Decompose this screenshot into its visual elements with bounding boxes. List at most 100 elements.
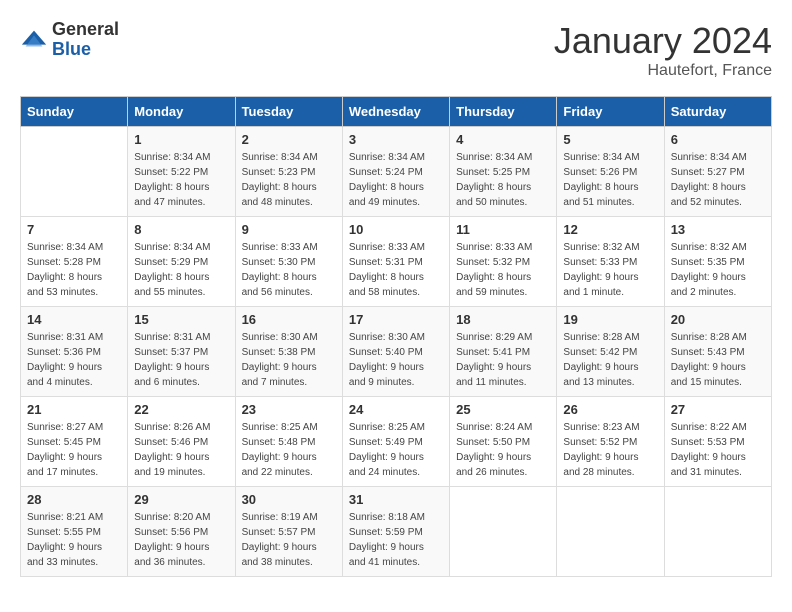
day-info: Sunrise: 8:34 AMSunset: 5:28 PMDaylight:… [27, 240, 121, 300]
day-cell: 11 Sunrise: 8:33 AMSunset: 5:32 PMDayligh… [450, 217, 557, 307]
logo-general-text: General [52, 20, 119, 40]
day-info: Sunrise: 8:25 AMSunset: 5:49 PMDaylight:… [349, 420, 443, 480]
week-row-3: 14 Sunrise: 8:31 AMSunset: 5:36 PMDayligh… [21, 307, 772, 397]
day-number: 9 [242, 222, 336, 237]
day-number: 5 [563, 132, 657, 147]
day-cell: 20 Sunrise: 8:28 AMSunset: 5:43 PMDayligh… [664, 307, 771, 397]
day-number: 27 [671, 402, 765, 417]
day-info: Sunrise: 8:27 AMSunset: 5:45 PMDaylight:… [27, 420, 121, 480]
day-info: Sunrise: 8:29 AMSunset: 5:41 PMDaylight:… [456, 330, 550, 390]
day-cell: 12 Sunrise: 8:32 AMSunset: 5:33 PMDayligh… [557, 217, 664, 307]
day-number: 7 [27, 222, 121, 237]
day-number: 23 [242, 402, 336, 417]
day-number: 12 [563, 222, 657, 237]
day-info: Sunrise: 8:32 AMSunset: 5:33 PMDaylight:… [563, 240, 657, 300]
day-number: 18 [456, 312, 550, 327]
weekday-header-row: SundayMondayTuesdayWednesdayThursdayFrid… [21, 97, 772, 127]
month-title: January 2024 [554, 20, 772, 62]
day-cell: 30 Sunrise: 8:19 AMSunset: 5:57 PMDayligh… [235, 487, 342, 577]
weekday-header-saturday: Saturday [664, 97, 771, 127]
day-info: Sunrise: 8:20 AMSunset: 5:56 PMDaylight:… [134, 510, 228, 570]
day-info: Sunrise: 8:34 AMSunset: 5:23 PMDaylight:… [242, 150, 336, 210]
day-number: 24 [349, 402, 443, 417]
day-number: 8 [134, 222, 228, 237]
day-cell [557, 487, 664, 577]
day-number: 10 [349, 222, 443, 237]
calendar-table: SundayMondayTuesdayWednesdayThursdayFrid… [20, 96, 772, 577]
day-number: 14 [27, 312, 121, 327]
day-cell: 24 Sunrise: 8:25 AMSunset: 5:49 PMDayligh… [342, 397, 449, 487]
day-cell: 23 Sunrise: 8:25 AMSunset: 5:48 PMDayligh… [235, 397, 342, 487]
day-info: Sunrise: 8:19 AMSunset: 5:57 PMDaylight:… [242, 510, 336, 570]
day-cell: 18 Sunrise: 8:29 AMSunset: 5:41 PMDayligh… [450, 307, 557, 397]
day-number: 28 [27, 492, 121, 507]
day-info: Sunrise: 8:26 AMSunset: 5:46 PMDaylight:… [134, 420, 228, 480]
weekday-header-friday: Friday [557, 97, 664, 127]
day-cell: 28 Sunrise: 8:21 AMSunset: 5:55 PMDayligh… [21, 487, 128, 577]
day-cell: 17 Sunrise: 8:30 AMSunset: 5:40 PMDayligh… [342, 307, 449, 397]
day-info: Sunrise: 8:34 AMSunset: 5:25 PMDaylight:… [456, 150, 550, 210]
day-info: Sunrise: 8:30 AMSunset: 5:38 PMDaylight:… [242, 330, 336, 390]
day-info: Sunrise: 8:34 AMSunset: 5:27 PMDaylight:… [671, 150, 765, 210]
weekday-header-thursday: Thursday [450, 97, 557, 127]
day-info: Sunrise: 8:33 AMSunset: 5:31 PMDaylight:… [349, 240, 443, 300]
day-number: 29 [134, 492, 228, 507]
day-info: Sunrise: 8:25 AMSunset: 5:48 PMDaylight:… [242, 420, 336, 480]
day-info: Sunrise: 8:32 AMSunset: 5:35 PMDaylight:… [671, 240, 765, 300]
day-info: Sunrise: 8:34 AMSunset: 5:29 PMDaylight:… [134, 240, 228, 300]
day-info: Sunrise: 8:33 AMSunset: 5:32 PMDaylight:… [456, 240, 550, 300]
day-info: Sunrise: 8:18 AMSunset: 5:59 PMDaylight:… [349, 510, 443, 570]
day-cell: 15 Sunrise: 8:31 AMSunset: 5:37 PMDayligh… [128, 307, 235, 397]
day-number: 17 [349, 312, 443, 327]
day-number: 3 [349, 132, 443, 147]
day-cell: 25 Sunrise: 8:24 AMSunset: 5:50 PMDayligh… [450, 397, 557, 487]
logo: General Blue [20, 20, 119, 60]
day-number: 25 [456, 402, 550, 417]
day-cell: 3Sunrise: 8:34 AMSunset: 5:24 PMDaylight… [342, 127, 449, 217]
day-number: 1 [134, 132, 228, 147]
day-cell: 6Sunrise: 8:34 AMSunset: 5:27 PMDaylight… [664, 127, 771, 217]
day-number: 31 [349, 492, 443, 507]
week-row-4: 21Sunrise: 8:27 AMSunset: 5:45 PMDayligh… [21, 397, 772, 487]
day-cell: 10 Sunrise: 8:33 AMSunset: 5:31 PMDayligh… [342, 217, 449, 307]
day-cell: 1Sunrise: 8:34 AMSunset: 5:22 PMDaylight… [128, 127, 235, 217]
day-number: 15 [134, 312, 228, 327]
logo-blue-text: Blue [52, 40, 119, 60]
day-info: Sunrise: 8:23 AMSunset: 5:52 PMDaylight:… [563, 420, 657, 480]
day-info: Sunrise: 8:24 AMSunset: 5:50 PMDaylight:… [456, 420, 550, 480]
day-number: 4 [456, 132, 550, 147]
day-cell: 22Sunrise: 8:26 AMSunset: 5:46 PMDayligh… [128, 397, 235, 487]
day-info: Sunrise: 8:33 AMSunset: 5:30 PMDaylight:… [242, 240, 336, 300]
day-info: Sunrise: 8:28 AMSunset: 5:43 PMDaylight:… [671, 330, 765, 390]
day-info: Sunrise: 8:31 AMSunset: 5:37 PMDaylight:… [134, 330, 228, 390]
day-cell: 2 Sunrise: 8:34 AMSunset: 5:23 PMDaylight… [235, 127, 342, 217]
day-cell: 31 Sunrise: 8:18 AMSunset: 5:59 PMDayligh… [342, 487, 449, 577]
day-cell: 13Sunrise: 8:32 AMSunset: 5:35 PMDayligh… [664, 217, 771, 307]
day-info: Sunrise: 8:34 AMSunset: 5:26 PMDaylight:… [563, 150, 657, 210]
day-number: 11 [456, 222, 550, 237]
logo-icon [20, 26, 48, 54]
day-info: Sunrise: 8:31 AMSunset: 5:36 PMDaylight:… [27, 330, 121, 390]
week-row-2: 7 Sunrise: 8:34 AMSunset: 5:28 PMDaylight… [21, 217, 772, 307]
page-header: General Blue January 2024 Hautefort, Fra… [20, 20, 772, 80]
day-number: 20 [671, 312, 765, 327]
day-cell: 29 Sunrise: 8:20 AMSunset: 5:56 PMDayligh… [128, 487, 235, 577]
day-info: Sunrise: 8:21 AMSunset: 5:55 PMDaylight:… [27, 510, 121, 570]
day-info: Sunrise: 8:28 AMSunset: 5:42 PMDaylight:… [563, 330, 657, 390]
day-info: Sunrise: 8:30 AMSunset: 5:40 PMDaylight:… [349, 330, 443, 390]
weekday-header-tuesday: Tuesday [235, 97, 342, 127]
day-cell [664, 487, 771, 577]
day-cell: 7 Sunrise: 8:34 AMSunset: 5:28 PMDaylight… [21, 217, 128, 307]
week-row-5: 28 Sunrise: 8:21 AMSunset: 5:55 PMDayligh… [21, 487, 772, 577]
day-number: 16 [242, 312, 336, 327]
location-text: Hautefort, France [554, 62, 772, 80]
day-cell [21, 127, 128, 217]
day-number: 2 [242, 132, 336, 147]
day-number: 26 [563, 402, 657, 417]
day-cell: 9 Sunrise: 8:33 AMSunset: 5:30 PMDaylight… [235, 217, 342, 307]
day-cell: 8 Sunrise: 8:34 AMSunset: 5:29 PMDaylight… [128, 217, 235, 307]
day-cell: 14 Sunrise: 8:31 AMSunset: 5:36 PMDayligh… [21, 307, 128, 397]
weekday-header-sunday: Sunday [21, 97, 128, 127]
day-number: 30 [242, 492, 336, 507]
weekday-header-monday: Monday [128, 97, 235, 127]
